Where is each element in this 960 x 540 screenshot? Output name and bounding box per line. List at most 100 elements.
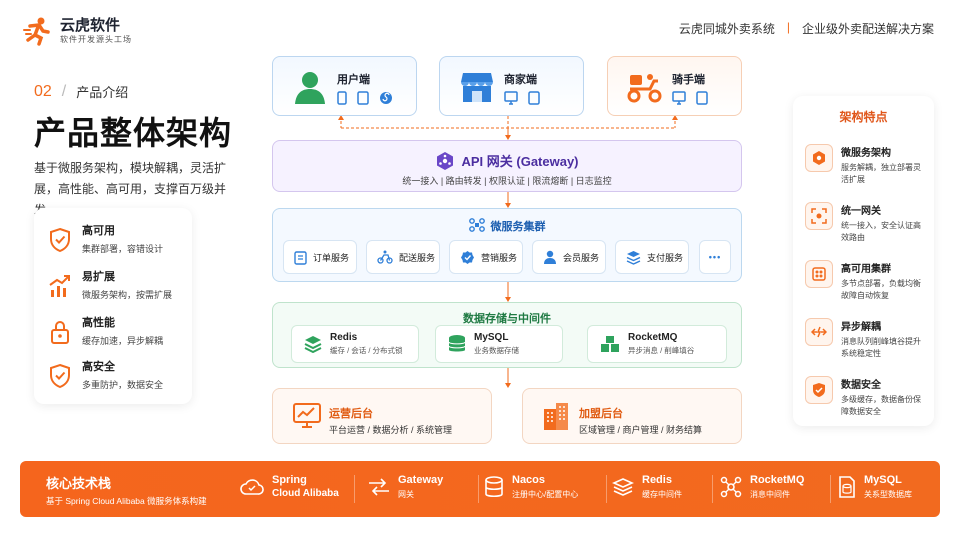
tablet-icon [528, 91, 540, 105]
service-name: 营销服务 [481, 252, 518, 263]
divider [830, 475, 831, 503]
divider [712, 475, 713, 503]
tech-name: Nacos [512, 474, 546, 486]
backend-sub: 区域管理 / 商户管理 / 财务结算 [579, 425, 703, 435]
arch-item-title: 数据安全 [841, 380, 881, 391]
shield-check-icon [813, 383, 825, 397]
more-services-button[interactable]: ••• [699, 240, 731, 274]
arch-item-datasec: 数据安全多级缓存，数据备份保障数据安全 [805, 376, 926, 418]
service-order: 订单服务 [283, 240, 357, 274]
tech-sub: 网关 [398, 490, 414, 499]
backend-sub: 平台运营 / 数据分析 / 系统管理 [329, 425, 453, 435]
layers-icon [612, 477, 634, 496]
cloud-icon [240, 479, 264, 495]
arch-title: 架构特点 [839, 110, 888, 124]
tech-name: Spring [272, 474, 307, 486]
tech-gateway: Gateway 网关 [368, 473, 443, 500]
client-user: 用户端 [272, 56, 417, 116]
db-file-icon [839, 475, 855, 498]
stack-icon [626, 250, 641, 265]
arch-item-title: 统一网关 [841, 206, 881, 217]
client-name: 用户端 [337, 74, 370, 86]
service-marketing: 营销服务 [449, 240, 523, 274]
user-icon [293, 69, 327, 105]
database-icon [485, 475, 503, 497]
tech-sub: 注册中心/配置中心 [512, 490, 579, 499]
gateway-title: API 网关 (Gateway) [273, 151, 741, 171]
nodes-icon [720, 476, 742, 497]
monitor-icon [504, 91, 518, 105]
arch-item-sub: 多级缓存，数据备份保障数据安全 [841, 395, 921, 416]
cluster-title-text: 微服务集群 [490, 221, 546, 233]
member-icon [544, 250, 556, 264]
service-name: 订单服务 [313, 252, 350, 263]
cluster-title: 微服务集群 [273, 218, 741, 234]
storage-mysql: MySQL 业务数据存储 [435, 325, 563, 363]
client-name: 骑手端 [672, 74, 705, 86]
client-rider: 骑手端 [607, 56, 742, 116]
monitor-icon [672, 91, 686, 105]
tablet-icon [357, 91, 369, 105]
storage-title: 数据存储与中间件 [463, 313, 551, 325]
scooter-icon [626, 71, 662, 103]
database-icon [448, 335, 466, 352]
storage-sub: 业务数据存储 [474, 346, 519, 355]
scan-icon [811, 208, 827, 224]
arch-item-cluster: 高可用集群多节点部署，负载均衡故障自动恢复 [805, 260, 926, 302]
tech-name: Gateway [398, 474, 444, 486]
arch-item-sub: 多节点部署，负载均衡故障自动恢复 [841, 279, 921, 300]
tech-nacos: Nacos 注册中心/配置中心 [484, 473, 578, 500]
tech-spring: Spring Cloud Alibaba [240, 473, 339, 501]
building-icon [541, 401, 571, 431]
storage-sub: 缓存 / 会话 / 分布式锁 [330, 346, 403, 355]
service-name: 配送服务 [399, 252, 436, 263]
backend-title: 运营后台 [329, 408, 373, 420]
service-name: 支付服务 [647, 252, 684, 263]
device-icons [504, 91, 540, 105]
storage-rocketmq: RocketMQ 异步消息 / 削峰填谷 [587, 325, 727, 363]
device-icons [337, 91, 393, 105]
microservice-cluster: 微服务集群 订单服务 配送服务 营销服务 会员服务 支付服务 ••• [272, 208, 742, 282]
device-icons [672, 91, 708, 105]
tech-rocketmq: RocketMQ 消息中间件 [720, 473, 804, 500]
storage-sub: 异步消息 / 削峰填谷 [628, 346, 695, 355]
gateway-hex-icon [437, 152, 454, 170]
backend-title: 加盟后台 [579, 408, 623, 420]
arch-item-title: 微服务架构 [841, 148, 891, 159]
tech-sub: Cloud Alibaba [272, 488, 339, 499]
arch-item-microservice: 微服务架构 服务解耦，独立部署灵活扩展 [805, 144, 926, 186]
arch-item-gateway: 统一网关统一接入，安全认证高效路由 [805, 202, 926, 244]
api-gateway: API 网关 (Gateway) 统一接入 | 路由转发 | 权限认证 | 限流… [272, 140, 742, 192]
blocks-icon [601, 336, 619, 352]
service-member: 会员服务 [532, 240, 606, 274]
gateway-icon [369, 477, 389, 496]
tech-sub: 关系型数据库 [864, 490, 912, 499]
cluster-nodes-icon [812, 267, 826, 281]
storage-name: RocketMQ [628, 332, 678, 343]
tech-name: RocketMQ [750, 474, 805, 486]
badge-check-icon [461, 250, 474, 264]
divider [354, 475, 355, 503]
storage-redis: Redis 缓存 / 会话 / 分布式锁 [291, 325, 419, 363]
gear-icon [813, 151, 825, 165]
arch-item-sub: 统一接入，安全认证高效路由 [841, 221, 921, 242]
storage-name: MySQL [474, 332, 509, 343]
store-icon [460, 71, 494, 103]
cluster-icon [468, 218, 485, 232]
service-delivery: 配送服务 [366, 240, 440, 274]
storage-name: Redis [330, 332, 358, 343]
stack-title: 核心技术栈 [46, 476, 112, 491]
client-name: 商家端 [504, 74, 537, 86]
service-name: 会员服务 [563, 252, 600, 263]
tech-sub: 消息中间件 [750, 490, 790, 499]
tech-mysql: MySQL 关系型数据库 [838, 473, 912, 500]
gateway-functions: 统一接入 | 路由转发 | 权限认证 | 限流熔断 | 日志监控 [402, 176, 612, 186]
arch-item-title: 异步解耦 [841, 322, 881, 333]
stack-sub: 基于 Spring Cloud Alibaba 微服务体系构建 [46, 496, 207, 506]
client-merchant: 商家端 [439, 56, 584, 116]
miniprogram-icon [380, 92, 392, 104]
arch-item-sub: 消息队列削峰填谷提升系统稳定性 [841, 337, 921, 358]
arch-item-title: 高可用集群 [841, 264, 891, 275]
arch-item-async: 异步解耦消息队列削峰填谷提升系统稳定性 [805, 318, 926, 360]
tablet-icon [696, 91, 708, 105]
